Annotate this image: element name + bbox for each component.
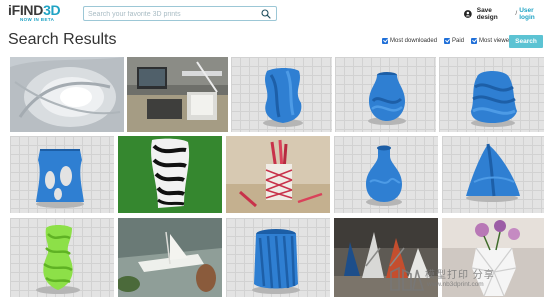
search-box[interactable] <box>83 6 277 21</box>
twisted-vase-image <box>263 68 303 127</box>
filter-most-viewed[interactable]: Most viewed <box>471 38 512 44</box>
filter-most-downloaded[interactable]: Most downloaded <box>382 38 437 44</box>
filter-options: Most downloaded Paid Most viewed <box>382 38 519 44</box>
green-vase-image <box>36 225 80 294</box>
result-3d-printer-desk[interactable] <box>127 57 228 132</box>
filter-paid[interactable]: Paid <box>444 38 464 44</box>
account-links: Save design / User login <box>464 7 550 21</box>
result-twisted-vase-blue[interactable] <box>231 57 332 132</box>
watermark-logo-icon <box>390 266 425 291</box>
top-bar: iFIND3D NOW IN BETA Save design / User l… <box>0 0 550 26</box>
printer-desk-image <box>127 57 228 132</box>
search-input[interactable] <box>88 8 258 20</box>
results-grid <box>10 57 544 297</box>
checkbox-most-downloaded[interactable] <box>382 38 388 44</box>
checkbox-most-viewed[interactable] <box>471 38 478 44</box>
boat-model-image <box>118 218 222 297</box>
user-icon <box>464 9 472 18</box>
result-cutout-vase-blue[interactable] <box>10 136 114 213</box>
filter-label: Paid <box>452 38 465 44</box>
result-zebra-vase[interactable] <box>118 136 222 213</box>
cutout-vase-image <box>36 149 84 208</box>
result-bulb-vase-blue[interactable] <box>334 136 438 213</box>
user-login-link[interactable]: User login <box>519 7 550 21</box>
wave-vase-image <box>471 71 517 127</box>
link-separator: / <box>515 10 518 17</box>
search-button[interactable]: Search <box>509 35 543 48</box>
result-round-vase-blue[interactable] <box>335 57 436 132</box>
logo-wordmark: iFIND3D <box>8 2 61 18</box>
sail-vase-image <box>466 143 520 202</box>
result-sail-vase-blue[interactable] <box>442 136 544 213</box>
watermark-url: www.nb3dprint.com <box>427 281 484 288</box>
result-spiral-vase-blue[interactable] <box>226 218 330 297</box>
bulb-vase-image <box>366 145 402 206</box>
result-swirl-tunnel[interactable] <box>10 57 124 132</box>
watermark: 模型打印 分享 www.nb3dprint.com <box>387 264 547 296</box>
ifind3d-logo[interactable]: iFIND3D NOW IN BETA <box>8 3 80 23</box>
page-title: Search Results <box>8 31 117 48</box>
save-design-link[interactable]: Save design <box>477 7 514 21</box>
watermark-text: 模型打印 分享 <box>425 270 495 281</box>
result-boat-model[interactable] <box>118 218 222 297</box>
filter-label: Most viewed <box>479 38 513 44</box>
result-wave-vase-blue[interactable] <box>439 57 544 132</box>
result-green-vase[interactable] <box>10 218 114 297</box>
pencil-cup-image <box>226 136 330 213</box>
round-vase-image <box>368 72 406 125</box>
zebra-vase-image <box>118 136 222 213</box>
checkbox-paid[interactable] <box>444 38 451 44</box>
filter-label: Most downloaded <box>390 38 438 44</box>
swirl-tunnel-image <box>10 57 124 132</box>
search-icon[interactable] <box>261 9 271 19</box>
logo-tagline: NOW IN BETA <box>20 17 55 22</box>
spiral-vase-image <box>252 229 300 294</box>
result-lattice-pencil-cup[interactable] <box>226 136 330 213</box>
